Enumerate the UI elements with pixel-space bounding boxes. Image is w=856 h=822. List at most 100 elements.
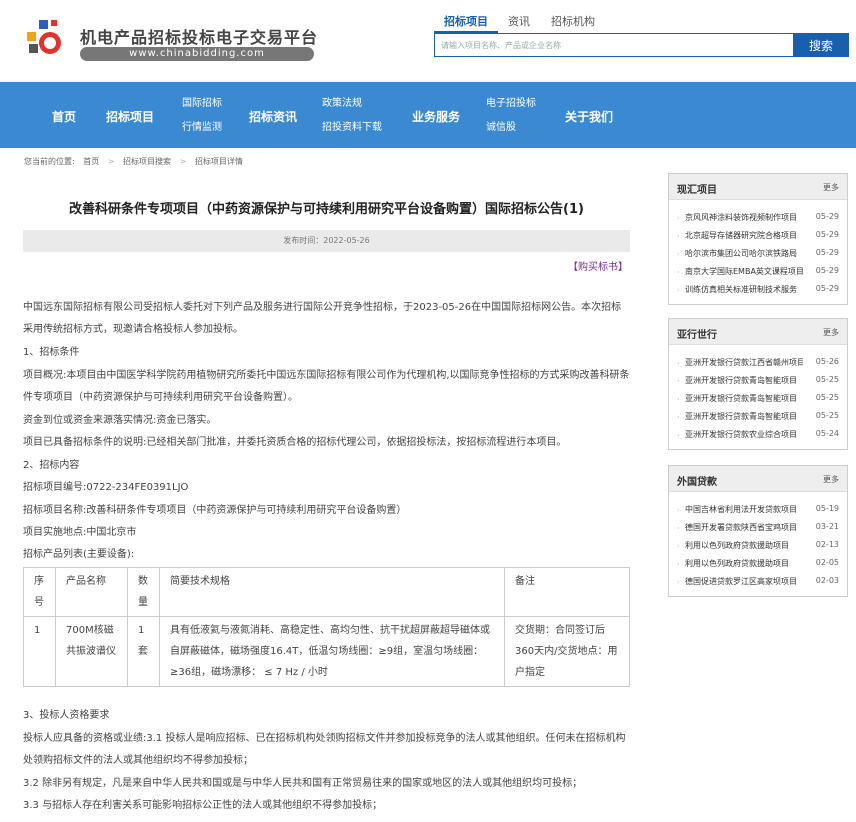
list-item-title[interactable]: 京风风神涂料装饰视频制作项目 [685,212,803,223]
list-item-title[interactable]: 北京超导存储器研究院合格项目 [685,230,803,241]
search-input[interactable] [441,37,781,53]
nav-policy-line1: 政策法规 [322,98,362,109]
list-item[interactable]: · 中国吉林省利用法开发贷款项目 05-19 [669,502,847,520]
list-item-date: 05-25 [815,411,839,420]
bullet-icon: · [677,395,680,404]
list-item-title[interactable]: 亚洲开发银行贷款青岛智能项目 [685,375,803,386]
nav-projects[interactable]: 招标项目 [106,108,154,125]
qualification-3: 3.3 与招标人存在利害关系可能影响招标公正性的法人或其他组织不得参加投标； [23,800,383,811]
list-item-title[interactable]: 利用以色列政府贷款援助项目 [685,540,803,551]
more-link[interactable]: 更多 [823,182,839,193]
more-link[interactable]: 更多 [823,474,839,485]
sidebar-list: · 京风风神涂料装饰视频制作项目 05-29 · 北京超导存储器研究院合格项目 05-2… [669,200,847,304]
more-link[interactable]: 更多 [823,327,839,338]
nav-ebid[interactable]: 电子招投标 诚信股 [486,92,542,140]
list-item[interactable]: · 亚洲开发银行贷款青岛智能项目 05-25 [669,373,847,391]
nav-intl-line1: 国际招标 [182,98,222,109]
list-item-date: 05-29 [815,266,839,275]
site-logo-icon[interactable] [27,18,71,62]
product-table: 序号 产品名称 数量 简要技术规格 备注 1 700M核磁共振波谱仪 1套 具有… [23,567,630,687]
bullet-icon: · [677,524,680,533]
list-item-title[interactable]: 训练仿真相关标准研制技术服务 [685,284,803,295]
list-item[interactable]: · 德国促进贷款罗江区高家坝项目 02-03 [669,574,847,592]
table-header: 备注 [504,567,630,617]
qualification-1: 投标人应具备的资格或业绩:3.1 投标人是响应招标、已在招标机构处领购招标文件并… [23,733,626,766]
nav-intl-line2: 行情监测 [182,122,222,133]
sidebar-box-title: 外国贷款 [677,477,717,488]
table-row: 1 700M核磁共振波谱仪 1套 具有低液氦与液氮消耗、高稳定性、高均匀性、抗干… [23,616,630,687]
sidebar-box-adb-worldbank: 亚行世行 更多 · 亚洲开发银行贷款江西省赣州项目 05-26 · 亚洲开发银行贷款青… [668,318,848,450]
list-item-title[interactable]: 德国促进贷款罗江区高家坝项目 [685,576,803,587]
list-item[interactable]: · 京风风神涂料装饰视频制作项目 05-29 [669,210,847,228]
nav-policy-line2: 招投资料下载 [322,122,382,133]
list-item[interactable]: · 训练仿真相关标准研制技术服务 05-29 [669,282,847,300]
sidebar-box-header: 外国贷款 更多 [669,466,847,492]
tab-projects[interactable]: 招标项目 [444,13,488,29]
sidebar-list: · 亚洲开发银行贷款江西省赣州项目 05-26 · 亚洲开发银行贷款青岛智能项目 05-… [669,345,847,449]
bullet-icon: · [677,232,680,241]
breadcrumb-separator: > [179,157,187,166]
table-cell: 交货期：合同签订后360天内/交货地点：用户指定 [504,616,630,687]
breadcrumb-search[interactable]: 招标项目搜索 [123,157,171,166]
list-item-title[interactable]: 南京大学国际EMBA英文课程项目 [685,266,803,277]
list-item-date: 05-25 [815,393,839,402]
list-item[interactable]: · 亚洲开发银行贷款农业综合项目 05-24 [669,427,847,445]
table-header: 序号 [23,567,56,617]
tab-agencies[interactable]: 招标机构 [551,13,595,29]
list-item-title[interactable]: 中国吉林省利用法开发贷款项目 [685,504,803,515]
nav-home[interactable]: 首页 [52,108,76,125]
site-header: 机电产品招标投标电子交易平台 www.chinabidding.com 招标项目… [0,0,856,82]
list-item-title[interactable]: 亚洲开发银行贷款农业综合项目 [685,429,803,440]
list-item[interactable]: · 亚洲开发银行贷款江西省赣州项目 05-26 [669,355,847,373]
search-box: 搜索 [434,33,849,57]
qualification-2: 3.2 除非另有规定，凡是来自中华人民共和国或是与中华人民共和国有正常贸易往来的… [23,778,583,789]
nav-services[interactable]: 业务服务 [412,108,460,125]
nav-intl[interactable]: 国际招标 行情监测 [180,92,224,140]
readiness-statement: 项目已具备招标条件的说明:已经相关部门批准，并委托资质合格的招标代理公司，依据招… [23,437,567,448]
bullet-icon: · [677,250,680,259]
table-cell: 具有低液氦与液氮消耗、高稳定性、高均匀性、抗干扰超屏蔽超导磁体或自屏蔽磁体，磁场… [159,616,505,687]
list-item-date: 02-13 [815,540,839,549]
list-item-date: 05-29 [815,212,839,221]
list-item[interactable]: · 亚洲开发银行贷款青岛智能项目 05-25 [669,409,847,427]
search-button[interactable]: 搜索 [793,33,849,57]
sidebar-box-title: 亚行世行 [677,330,717,341]
list-item-date: 05-29 [815,230,839,239]
bullet-icon: · [677,359,680,368]
list-item[interactable]: · 南京大学国际EMBA英文课程项目 05-29 [669,264,847,282]
buy-document-link[interactable]: 【购买标书】 [568,258,628,273]
list-item[interactable]: · 德国开发署贷款陕西省宝鸡项目 03-21 [669,520,847,538]
site-name[interactable]: 机电产品招标投标电子交易平台 [80,24,318,48]
sidebar-box-header: 亚行世行 更多 [669,319,847,345]
nav-ebid-line1: 电子招投标 [486,98,536,109]
list-item-title[interactable]: 利用以色列政府贷款援助项目 [685,558,803,569]
breadcrumb-home[interactable]: 首页 [83,157,99,166]
bullet-icon: · [677,214,680,223]
sidebar-box-header: 现汇项目 更多 [669,174,847,200]
list-item[interactable]: · 利用以色列政府贷款援助项目 02-13 [669,538,847,556]
list-item-title[interactable]: 亚洲开发银行贷款江西省赣州项目 [685,357,803,368]
bullet-icon: · [677,286,680,295]
nav-policy[interactable]: 政策法规 招投资料下载 [322,92,388,140]
breadcrumb: 您当前的位置: 首页 > 招标项目搜索 > 招标项目详情 [24,156,249,167]
list-item[interactable]: · 亚洲开发银行贷款青岛智能项目 05-25 [669,391,847,409]
list-item-date: 02-05 [815,558,839,567]
list-item[interactable]: · 哈尔滨市集团公司哈尔滨铁路局 05-29 [669,246,847,264]
main-nav: 首页 招标项目 国际招标 行情监测 招标资讯 政策法规 招投资料下载 业务服务 … [0,82,856,148]
list-item[interactable]: · 北京超导存储器研究院合格项目 05-29 [669,228,847,246]
list-item-title[interactable]: 德国开发署贷款陕西省宝鸡项目 [685,522,803,533]
list-item-date: 05-19 [815,504,839,513]
list-item-title[interactable]: 亚洲开发银行贷款青岛智能项目 [685,411,803,422]
nav-news[interactable]: 招标资讯 [249,108,297,125]
bullet-icon: · [677,431,680,440]
list-item[interactable]: · 利用以色列政府贷款援助项目 02-05 [669,556,847,574]
nav-about[interactable]: 关于我们 [565,108,613,125]
bullet-icon: · [677,560,680,569]
site-url[interactable]: www.chinabidding.com [80,47,314,61]
list-item-date: 05-26 [815,357,839,366]
tab-news[interactable]: 资讯 [508,13,530,29]
list-item-date: 03-21 [815,522,839,531]
list-item-title[interactable]: 哈尔滨市集团公司哈尔滨铁路局 [685,248,803,259]
list-item-title[interactable]: 亚洲开发银行贷款青岛智能项目 [685,393,803,404]
bullet-icon: · [677,377,680,386]
